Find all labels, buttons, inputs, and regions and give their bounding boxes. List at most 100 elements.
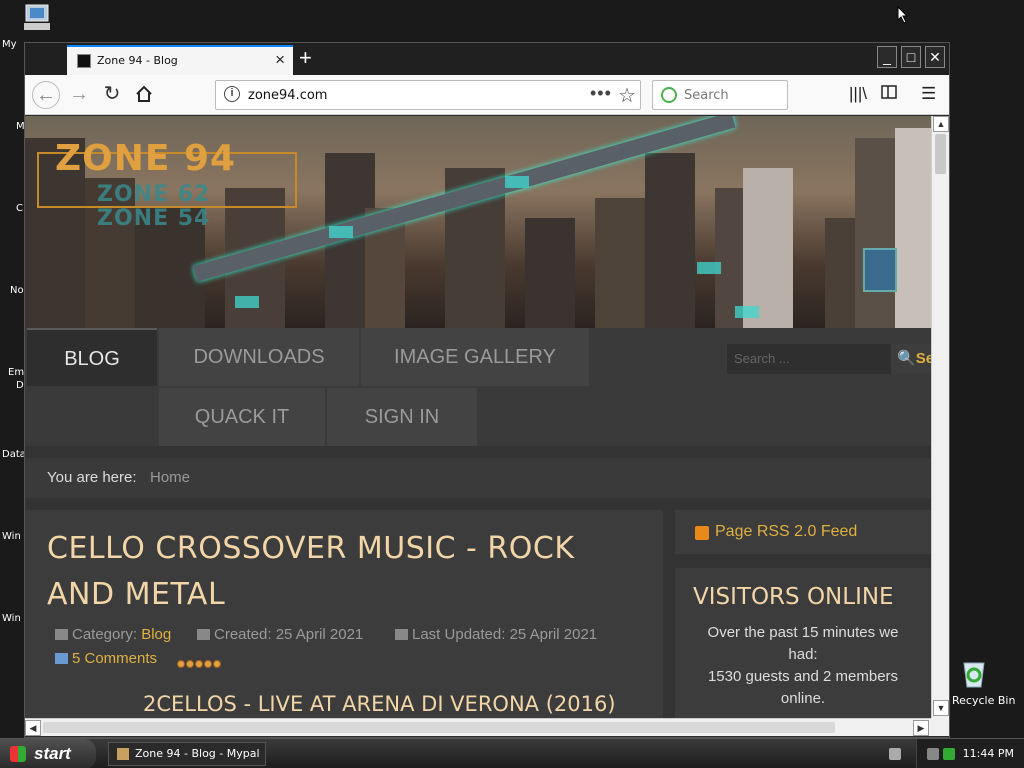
menu-item-blog[interactable]: BLOG [27,328,157,386]
rss-feed-module: Page RSS 2.0 Feed [675,510,931,554]
visitors-online-module: VISITORS ONLINE Over the past 15 minutes… [675,568,931,718]
breadcrumb-home[interactable]: Home [150,469,190,486]
desktop-label: C [16,203,23,214]
home-button[interactable] [130,81,158,109]
tab-title: Zone 94 - Blog [97,54,178,67]
search-icon: 🔍 [897,350,916,367]
site-logo-sub2: ZONE 54 [97,206,211,231]
scroll-corner [931,718,949,736]
category-label: Category: [72,626,138,643]
star-icon[interactable] [195,660,203,668]
comments-link[interactable]: 5 Comments [55,650,157,667]
star-icon[interactable] [213,660,221,668]
back-button[interactable]: ← [32,81,60,109]
safely-remove-icon[interactable] [943,748,955,760]
menu-item-downloads[interactable]: DOWNLOADS [159,328,359,386]
site-logo-sub1: ZONE 62 [97,182,211,207]
article-updated: Last Updated: 25 April 2021 [395,626,597,643]
scroll-down-icon[interactable]: ▼ [933,700,949,716]
reload-button[interactable]: ↻ [98,81,126,109]
mypal-icon [117,748,129,760]
category-link[interactable]: Blog [141,626,171,643]
sidebar-icon[interactable] [881,84,897,104]
clock[interactable]: 11:44 PM [963,747,1014,760]
site-search-placeholder: Search ... [734,351,790,366]
updated-date: Last Updated: 25 April 2021 [412,626,598,643]
star-icon[interactable] [177,660,185,668]
horizontal-scroll-thumb[interactable] [43,722,835,733]
tab-bar: Zone 94 - Blog × + _ □ ✕ [25,43,949,75]
system-tray: 11:44 PM [889,739,1024,768]
visitors-line2: 1530 guests and 2 members online. [707,668,899,707]
article-subheading: 2CELLOS - LIVE AT ARENA DI VERONA (2016) [143,692,616,716]
desktop-icon-my-computer[interactable] [22,3,54,33]
minimize-button[interactable]: _ [877,46,897,68]
keyboard-icon[interactable] [889,748,901,760]
page-actions-icon[interactable]: ••• [590,83,612,104]
comments-label[interactable]: 5 Comments [72,650,157,667]
navigation-toolbar: ← → ↻ i zone94.com ••• ☆ Search |||\ ☰ [25,75,949,115]
bookmark-star-icon[interactable]: ☆ [618,83,636,108]
horizontal-scrollbar[interactable]: ◀ ▶ [25,718,931,736]
computer-icon [24,4,50,30]
comment-icon [55,653,68,664]
created-date: Created: 25 April 2021 [214,626,364,643]
site-search-button[interactable]: 🔍Se [891,344,931,374]
taskbar: start Zone 94 - Blog - Mypal 11:44 PM [0,738,1024,768]
tab-zone94-blog[interactable]: Zone 94 - Blog × [67,45,293,75]
menu-item-quack-it[interactable]: QUACK IT [159,388,325,446]
search-placeholder: Search [684,88,729,103]
library-icon[interactable]: |||\ [849,84,867,104]
menu-hamburger-icon[interactable]: ☰ [921,84,936,104]
windows-logo-icon [10,746,26,762]
site-search-input[interactable]: Search ... [727,344,891,374]
scroll-right-icon[interactable]: ▶ [913,720,929,736]
article-created: Created: 25 April 2021 [197,626,363,643]
close-window-button[interactable]: ✕ [925,46,945,68]
url-text[interactable]: zone94.com [248,88,327,103]
forward-button[interactable]: → [65,81,93,109]
vertical-scrollbar[interactable]: ▲ ▼ [931,116,949,718]
rating-stars[interactable] [177,655,222,673]
network-icon[interactable] [927,748,939,760]
taskbar-item-browser[interactable]: Zone 94 - Blog - Mypal [108,742,266,766]
desktop-label: Win [2,613,21,624]
maximize-button[interactable]: □ [901,46,921,68]
desktop-label: Data [2,449,26,460]
article-category: Category: Blog [55,626,171,643]
info-icon[interactable]: i [224,86,240,102]
new-tab-button[interactable]: + [299,45,312,71]
scroll-up-icon[interactable]: ▲ [933,116,949,132]
vertical-scroll-thumb[interactable] [935,134,946,174]
folder-icon [55,629,68,640]
breadcrumb-label: You are here: [47,469,137,486]
visitors-line1: Over the past 15 minutes we had: [707,624,899,663]
start-label: start [34,744,71,763]
star-icon[interactable] [186,660,194,668]
tab-close-icon[interactable]: × [275,50,285,70]
article-title[interactable]: CELLO CROSSOVER MUSIC - ROCK AND METAL [47,526,627,618]
desktop-label: D [16,380,24,391]
recycle-bin-label: Recycle Bin [952,694,1016,707]
article: CELLO CROSSOVER MUSIC - ROCK AND METAL C… [25,510,663,718]
taskbar-item-label: Zone 94 - Blog - Mypal [135,747,260,760]
rss-icon [695,526,709,540]
scroll-left-icon[interactable]: ◀ [25,720,41,736]
menu-item-image-gallery[interactable]: IMAGE GALLERY [361,328,589,386]
site-logo-main[interactable]: ZONE 94 [55,138,236,179]
star-icon[interactable] [204,660,212,668]
site-search-button-label: Se [915,350,931,367]
rss-link[interactable]: Page RSS 2.0 Feed [715,523,857,541]
site-banner: ZONE 94 ZONE 62 ZONE 54 [25,116,931,328]
menu-item-sign-in[interactable]: SIGN IN [327,388,477,446]
favicon-icon [77,54,91,68]
browser-search-input[interactable]: Search [652,80,788,110]
main-menu: BLOG DOWNLOADS IMAGE GALLERY QUACK IT SI… [25,328,931,446]
address-bar[interactable]: i zone94.com ••• ☆ [215,80,641,110]
start-button[interactable]: start [0,739,96,768]
recycle-bin-icon[interactable] [958,657,990,689]
page-viewport: ZONE 94 ZONE 62 ZONE 54 BLOG DOWNLOADS I… [25,116,931,718]
desktop-label: My [2,39,17,50]
visitors-title: VISITORS ONLINE [693,584,894,610]
desktop-label: Win [2,531,21,542]
